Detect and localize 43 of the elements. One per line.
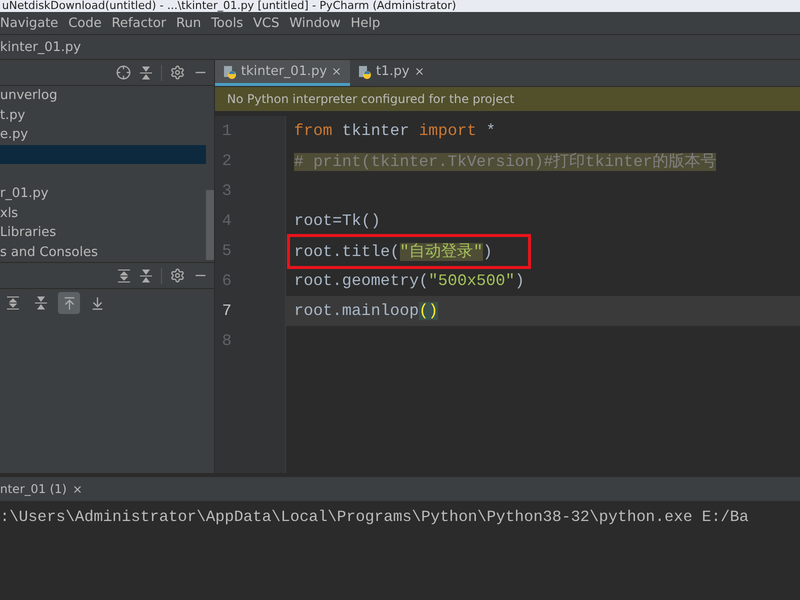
- menu-item[interactable]: Navigate: [0, 16, 58, 30]
- editor-tab[interactable]: tkinter_01.py: [215, 60, 350, 86]
- collapse-all-icon: [139, 66, 153, 80]
- code-line: from tkinter import *: [293, 121, 497, 142]
- code-line: root.title("自动登录"): [286, 236, 800, 266]
- tree-item[interactable]: Libraries: [0, 222, 206, 242]
- menu-item[interactable]: Refactor: [112, 16, 166, 30]
- python-file-icon: [223, 64, 237, 78]
- scroll-up-icon: [62, 296, 76, 310]
- breadcrumb-item[interactable]: kinter_01.py: [0, 40, 81, 54]
- menu-item[interactable]: Tools: [211, 16, 244, 30]
- tree-item[interactable]: e.py: [0, 125, 206, 145]
- tree-item[interactable]: t.py: [0, 106, 206, 126]
- collapse-all-icon: [139, 268, 153, 282]
- menu-item[interactable]: Code: [68, 16, 102, 30]
- tree-item[interactable]: s and Consoles: [0, 242, 206, 262]
- scroll-down-icon: [90, 296, 104, 310]
- tree-item[interactable]: r_01.py: [0, 184, 206, 204]
- menu-item[interactable]: VCS: [253, 16, 280, 30]
- menu-item[interactable]: Help: [350, 16, 380, 30]
- line-number: 7: [221, 301, 233, 322]
- window-title: uNetdiskDownload(untitled) - ...\tkinter_01.py [untitled] - PyCharm (Administrator): [0, 0, 800, 12]
- menu-item[interactable]: Window: [289, 16, 341, 30]
- tree-item[interactable]: xls: [0, 203, 206, 223]
- collapse-all-icon: [34, 296, 48, 310]
- toolbar-button[interactable]: [58, 292, 80, 314]
- close-icon[interactable]: [331, 66, 342, 77]
- editor-tab[interactable]: t1.py: [350, 60, 432, 86]
- warning-banner: No Python interpreter configured for the project: [215, 87, 800, 111]
- menu-item[interactable]: Run: [176, 16, 202, 30]
- close-icon[interactable]: [72, 484, 83, 494]
- scrollbar-thumb[interactable]: [206, 190, 214, 260]
- python-file-icon: [358, 64, 372, 78]
- expand-all-icon: [117, 268, 131, 282]
- code-line: root.geometry("500x500"): [293, 271, 526, 292]
- close-icon[interactable]: [414, 66, 424, 77]
- tree-item[interactable]: unverlog: [0, 86, 206, 106]
- settings-icon[interactable]: [170, 268, 185, 283]
- locate-icon[interactable]: [116, 65, 131, 80]
- expand-all-icon: [6, 296, 20, 310]
- console-output: :\Users\Administrator\AppData\Local\Programs\Python\Python38-32\python.exe E:/Ba: [0, 507, 750, 526]
- settings-icon[interactable]: [170, 65, 185, 80]
- code-line: root=Tk(): [293, 211, 382, 232]
